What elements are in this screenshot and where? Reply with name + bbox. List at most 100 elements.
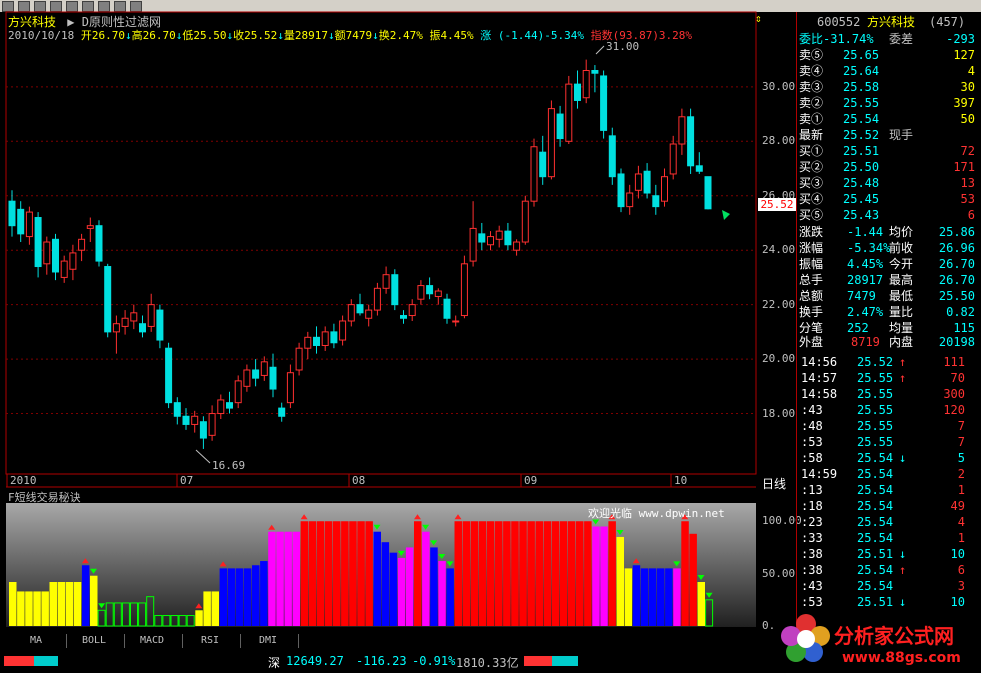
candle-up bbox=[626, 192, 634, 208]
tab-ma[interactable]: MA bbox=[6, 634, 67, 648]
sell-volume: 397 bbox=[953, 96, 975, 110]
tick-price: 25.55 bbox=[857, 387, 894, 401]
tick-time: :38 bbox=[801, 547, 823, 561]
stat-label-b: 今开 bbox=[889, 257, 914, 271]
scroll-up-icon[interactable]: ⇕ bbox=[755, 12, 762, 25]
indicator-bar bbox=[495, 521, 503, 626]
indicator-bar bbox=[616, 536, 624, 626]
indicator-bar bbox=[624, 568, 633, 626]
buy-row: 买⑤ 25.43 6 bbox=[797, 207, 977, 223]
indicator-bar bbox=[559, 521, 568, 626]
tab-rsi[interactable]: RSI bbox=[180, 634, 241, 648]
quote-panel: 600552 方兴科技 (457) 委比-31.74% 委差 -293 卖⑤ 25… bbox=[796, 12, 977, 635]
panel-stock-name: 方兴科技 bbox=[867, 15, 916, 29]
outer-value: 8719 bbox=[851, 335, 880, 349]
price-marker: 25.52 bbox=[758, 198, 796, 211]
stat-label-a: 振幅 bbox=[799, 257, 824, 271]
sell-row: 卖④ 25.64 4 bbox=[797, 63, 977, 79]
candle-up bbox=[69, 252, 77, 270]
tick-time: :18 bbox=[801, 499, 823, 513]
tab-dmi[interactable]: DMI bbox=[238, 634, 299, 648]
outer-label: 外盘 bbox=[799, 335, 824, 349]
buy-label: 买③ bbox=[799, 176, 824, 190]
tick-price: 25.54 bbox=[857, 467, 894, 481]
indicator-bar bbox=[486, 521, 495, 626]
stat-value-b: 26.70 bbox=[938, 257, 975, 271]
candle-down bbox=[52, 238, 59, 273]
tick-arrow-icon: ↑ bbox=[899, 355, 907, 369]
tick-row: 14:57 25.55 ↑ 70 bbox=[797, 370, 977, 386]
stat-label-b: 最高 bbox=[889, 273, 914, 287]
tick-price: 25.52 bbox=[857, 355, 894, 369]
sell-label: 卖① bbox=[799, 112, 824, 126]
candle-down bbox=[400, 315, 407, 319]
sell-label: 卖④ bbox=[799, 64, 824, 78]
weicha-value: -293 bbox=[946, 32, 975, 46]
tick-arrow-icon: ↓ bbox=[899, 451, 907, 465]
candle-down bbox=[139, 323, 146, 333]
indicator-bar bbox=[681, 521, 689, 626]
tick-row: :43 25.54 3 bbox=[797, 578, 977, 594]
stat-label-b: 量比 bbox=[889, 305, 914, 319]
tick-volume: 5 bbox=[957, 451, 965, 465]
indicator-bar bbox=[292, 531, 300, 626]
indicator-bar bbox=[584, 521, 592, 626]
candle-up bbox=[513, 241, 521, 251]
candle-down bbox=[504, 230, 512, 246]
candle-up bbox=[408, 304, 416, 317]
sell-price: 25.58 bbox=[843, 80, 880, 94]
buy-volume: 53 bbox=[960, 192, 975, 206]
tick-price: 25.54 bbox=[857, 499, 894, 513]
candle-up bbox=[130, 312, 138, 322]
tick-row: :23 25.54 4 bbox=[797, 514, 977, 530]
tab-macd[interactable]: MACD bbox=[122, 634, 183, 648]
candle-up bbox=[243, 369, 251, 387]
buy-volume: 72 bbox=[960, 144, 975, 158]
tick-arrow-icon: ↑ bbox=[899, 371, 907, 385]
outer-inner-row: 外盘 8719 内盘 20198 bbox=[797, 334, 977, 350]
sell-row: 卖③ 25.58 30 bbox=[797, 79, 977, 95]
indicator-bar bbox=[503, 521, 511, 626]
indicator-bar bbox=[543, 521, 552, 626]
candle-up bbox=[661, 176, 668, 202]
buy-price: 25.51 bbox=[843, 144, 880, 158]
indicator-bar bbox=[227, 568, 236, 626]
indicator-bar bbox=[333, 521, 341, 626]
stat-value-a: 4.45% bbox=[847, 257, 884, 271]
tick-time: 14:59 bbox=[801, 467, 838, 481]
candle-down bbox=[8, 200, 16, 227]
tick-volume: 2 bbox=[957, 467, 965, 481]
tick-arrow-icon: ↓ bbox=[899, 547, 907, 561]
sell-label: 卖⑤ bbox=[799, 48, 824, 62]
tick-row: :38 25.54 ↑ 6 bbox=[797, 562, 977, 578]
sell-price: 25.55 bbox=[843, 96, 880, 110]
stat-label-a: 总手 bbox=[799, 273, 824, 287]
candle-up bbox=[417, 285, 425, 300]
candle-up bbox=[669, 143, 677, 175]
tick-volume: 300 bbox=[943, 387, 965, 401]
candle-up bbox=[112, 323, 120, 333]
tick-row: :53 25.55 7 bbox=[797, 434, 977, 450]
sell-price: 25.64 bbox=[843, 64, 880, 78]
stat-label-b: 前收 bbox=[889, 241, 914, 255]
candle-down bbox=[426, 285, 434, 295]
indicator-bar bbox=[73, 582, 82, 626]
candle-up bbox=[634, 173, 642, 191]
low-annotation: 16.69 bbox=[212, 459, 246, 472]
status-bar-left-cyan-icon bbox=[34, 656, 58, 666]
cursor-arrow-icon bbox=[722, 210, 730, 220]
indicator-bar bbox=[276, 531, 284, 626]
period-label[interactable]: 日线 bbox=[762, 475, 786, 492]
tick-row: :18 25.54 49 bbox=[797, 498, 977, 514]
stat-value-a: 7479 bbox=[847, 289, 876, 303]
tick-time: :43 bbox=[801, 403, 823, 417]
stat-row: 总手 28917 最高 26.70 bbox=[797, 272, 977, 288]
candle-down bbox=[574, 83, 581, 101]
indicator-bar bbox=[414, 521, 422, 626]
indicator-bar bbox=[422, 531, 430, 626]
indicator-bar bbox=[640, 568, 649, 626]
candle-down bbox=[391, 274, 399, 306]
tab-boll[interactable]: BOLL bbox=[64, 634, 125, 648]
tick-time: :48 bbox=[801, 419, 823, 433]
indicator-tabs: MA BOLL MACD RSI DMI bbox=[0, 634, 320, 648]
